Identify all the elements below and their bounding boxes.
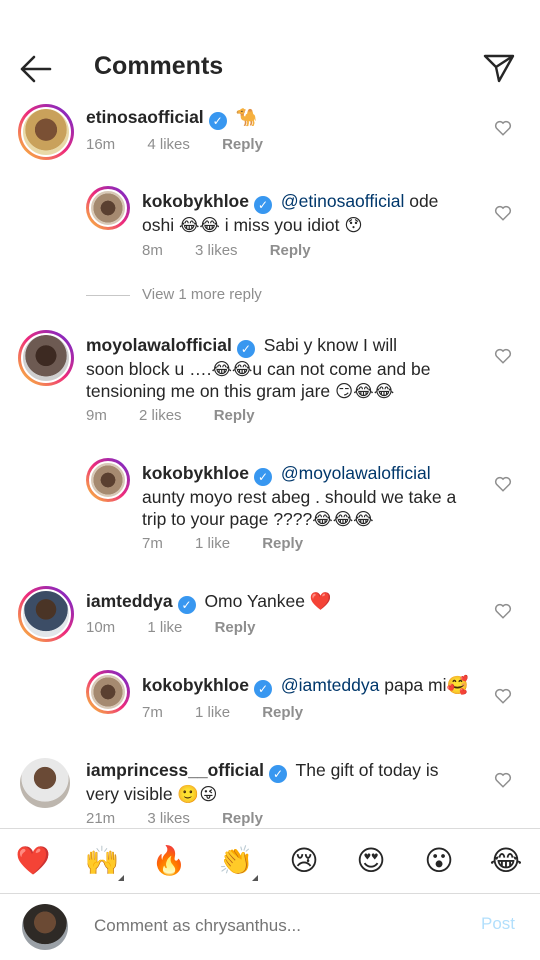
heart-icon[interactable] <box>494 119 512 137</box>
comment-likes[interactable]: 4 likes <box>147 136 190 153</box>
avatar[interactable] <box>18 330 74 386</box>
username[interactable]: iamteddya <box>86 591 173 611</box>
verified-badge-icon: ✓ <box>253 468 272 486</box>
verified-badge-icon: ✓ <box>269 765 287 783</box>
username[interactable]: iamprincess__official <box>86 760 264 780</box>
comment-text: Sabi y know I will <box>263 335 397 355</box>
arrow-left-icon[interactable] <box>18 54 54 84</box>
comment-text: very visible 🙂😜 <box>86 784 218 804</box>
comment-likes[interactable]: 1 like <box>147 619 182 636</box>
comment-likes[interactable]: 1 like <box>195 535 230 552</box>
comment-likes[interactable]: 2 likes <box>139 407 182 424</box>
clapping-hands-emoji[interactable]: 👏 <box>218 843 258 881</box>
view-more-label: View 1 more reply <box>142 286 262 303</box>
reply-button[interactable]: Reply <box>215 619 256 636</box>
comment-text: trip to your page ????😂😂😂 <box>142 509 374 529</box>
comment-text: oshi 😂😂 i miss you idiot 😯 <box>142 215 363 235</box>
page-title: Comments <box>94 52 224 80</box>
comment-text: aunty moyo rest abeg . should we take a <box>142 487 457 507</box>
comment-text: Omo Yankee ❤️ <box>204 591 332 611</box>
comment-input[interactable] <box>94 916 444 936</box>
red-heart-emoji[interactable]: ❤️ <box>15 843 51 879</box>
verified-badge-icon: ✓ <box>236 340 255 358</box>
comment-text: tensioning me on this gram jare 😏😂😂 <box>86 381 395 401</box>
comment-time: 7m <box>142 535 163 552</box>
avatar[interactable] <box>20 758 70 808</box>
reply-button[interactable]: Reply <box>262 704 303 721</box>
fire-emoji[interactable]: 🔥 <box>151 843 187 879</box>
comment-time: 21m <box>86 810 116 827</box>
heart-icon[interactable] <box>494 687 512 705</box>
username[interactable]: etinosaofficial <box>86 107 204 127</box>
emoji-glyph: 🙌 <box>84 845 120 876</box>
reply-button[interactable]: Reply <box>214 407 255 424</box>
surprised-face-emoji[interactable]: 😮 <box>421 843 457 879</box>
view-more-replies[interactable]: View 1 more reply <box>86 286 262 303</box>
heart-icon[interactable] <box>494 602 512 620</box>
reply-button[interactable]: Reply <box>222 810 263 827</box>
username[interactable]: moyolawalofficial <box>86 335 232 355</box>
verified-badge-icon: ✓ <box>253 680 272 698</box>
verified-badge-icon: ✓ <box>177 596 196 614</box>
username[interactable]: kokobykhloe <box>142 463 249 483</box>
comment-likes[interactable]: 3 likes <box>147 810 190 827</box>
comment-composer: Post <box>0 894 540 960</box>
comment-time: 10m <box>86 619 116 636</box>
heart-icon[interactable] <box>494 347 512 365</box>
avatar[interactable] <box>86 186 130 230</box>
raised-hands-emoji[interactable]: 🙌 <box>84 843 124 881</box>
comment-likes[interactable]: 3 likes <box>195 242 238 259</box>
header: Comments <box>0 0 540 100</box>
reply-button[interactable]: Reply <box>222 136 263 153</box>
verified-badge-icon: ✓ <box>208 112 227 130</box>
comment-text: papa mi🥰 <box>379 675 469 695</box>
tears-of-joy-emoji[interactable]: 😂 <box>488 843 524 879</box>
skin-tone-indicator <box>118 875 124 881</box>
comment-time: 16m <box>86 136 116 153</box>
avatar[interactable] <box>86 670 130 714</box>
paper-plane-icon[interactable] <box>482 52 516 84</box>
mention-link[interactable]: @moyolawalofficial <box>281 463 431 483</box>
comment-time: 9m <box>86 407 107 424</box>
verified-badge-icon: ✓ <box>253 196 272 214</box>
comment-time: 7m <box>142 704 163 721</box>
comment-likes[interactable]: 1 like <box>195 704 230 721</box>
divider <box>86 294 130 296</box>
comment-text: soon block u ….😂😂u can not come and be <box>86 359 431 379</box>
avatar <box>22 904 68 950</box>
heart-icon[interactable] <box>494 204 512 222</box>
emoji-glyph: 👏 <box>218 845 254 876</box>
comment-text: 🐪 <box>235 107 258 127</box>
comment-text: ode <box>404 191 439 211</box>
post-button[interactable]: Post <box>481 914 515 934</box>
heart-eyes-emoji[interactable]: 😍 <box>353 843 389 879</box>
comment-text: The gift of today is <box>295 760 439 780</box>
reply-button[interactable]: Reply <box>270 242 311 259</box>
heart-icon[interactable] <box>494 771 512 789</box>
heart-icon[interactable] <box>494 475 512 493</box>
mention-link[interactable]: @etinosaofficial <box>281 191 404 211</box>
avatar[interactable] <box>18 104 74 160</box>
reply-button[interactable]: Reply <box>262 535 303 552</box>
comment-time: 8m <box>142 242 163 259</box>
avatar[interactable] <box>86 458 130 502</box>
avatar[interactable] <box>18 586 74 642</box>
username[interactable]: kokobykhloe <box>142 675 249 695</box>
skin-tone-indicator <box>252 875 258 881</box>
emoji-reaction-bar: ❤️ 🙌 🔥 👏 😢 😍 😮 😂 <box>0 828 540 894</box>
mention-link[interactable]: @iamteddya <box>281 675 380 695</box>
username[interactable]: kokobykhloe <box>142 191 249 211</box>
crying-face-emoji[interactable]: 😢 <box>286 843 322 879</box>
